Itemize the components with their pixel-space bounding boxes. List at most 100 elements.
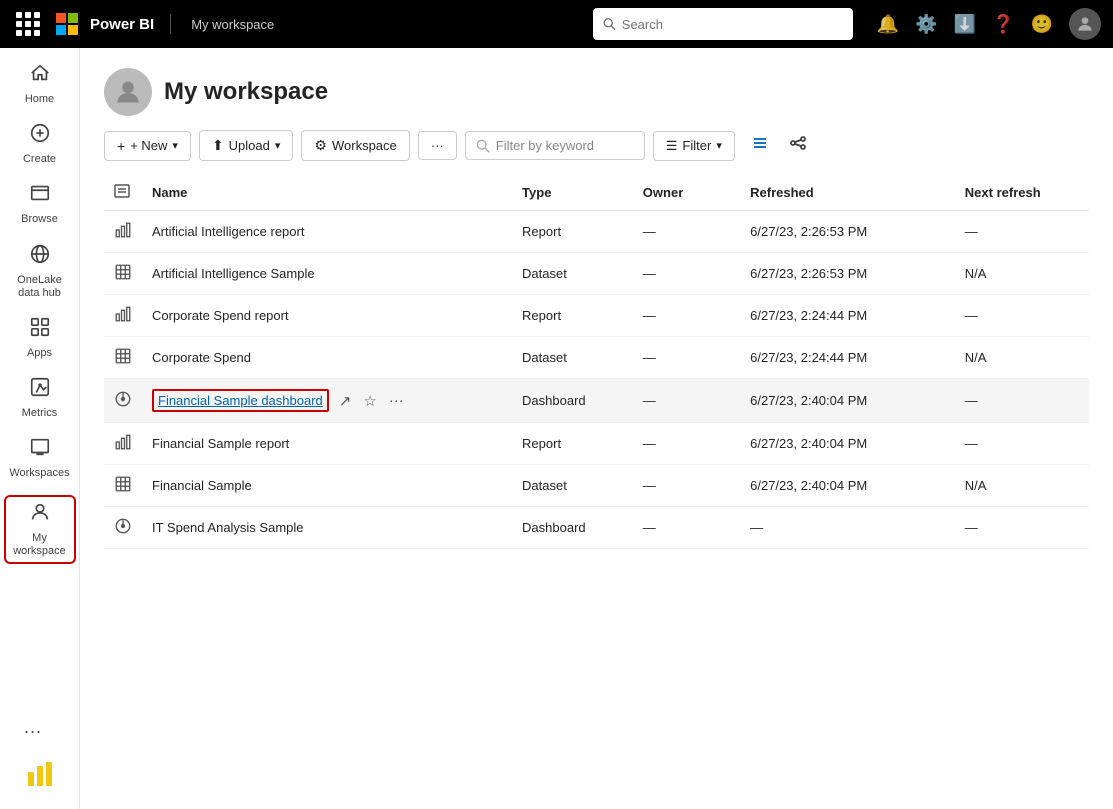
search-input[interactable] <box>622 17 843 32</box>
table-row[interactable]: IT Spend Analysis SampleDashboard——— <box>104 507 1089 549</box>
sidebar-item-create[interactable]: Create <box>4 116 76 172</box>
page-title: My workspace <box>164 78 328 106</box>
sidebar-item-browse[interactable]: Browse <box>4 176 76 232</box>
row-owner: — <box>633 253 740 295</box>
row-name-cell: IT Spend Analysis Sample <box>142 507 512 549</box>
sidebar-browse-label: Browse <box>21 213 58 226</box>
sidebar-my-workspace-label: My workspace <box>13 532 66 558</box>
sidebar-item-my-workspace[interactable]: My workspace <box>4 495 76 564</box>
row-next-refresh: — <box>955 295 1089 337</box>
table-row[interactable]: Corporate SpendDataset—6/27/23, 2:24:44 … <box>104 337 1089 379</box>
row-owner: — <box>633 337 740 379</box>
sidebar-more-button[interactable]: ··· <box>16 713 64 750</box>
apps-grid-icon[interactable] <box>12 8 44 40</box>
row-refreshed: 6/27/23, 2:40:04 PM <box>740 379 955 423</box>
sidebar-item-onelake[interactable]: OneLake data hub <box>4 237 76 306</box>
row-type: Report <box>512 211 633 253</box>
table-row[interactable]: Financial Sample reportReport—6/27/23, 2… <box>104 423 1089 465</box>
sidebar-metrics-label: Metrics <box>22 407 57 420</box>
col-header-next-refresh[interactable]: Next refresh <box>955 175 1089 211</box>
row-owner: — <box>633 465 740 507</box>
table-row[interactable]: Financial Sample Dataset—6/27/23, 2:40:04… <box>104 465 1089 507</box>
row-name-cell: Financial Sample report <box>142 423 512 465</box>
filter-placeholder-text: Filter by keyword <box>496 138 594 153</box>
download-icon[interactable]: ⬇️ <box>954 14 976 35</box>
table-row[interactable]: Artificial Intelligence SampleDataset—6/… <box>104 253 1089 295</box>
row-type-icon <box>104 337 142 379</box>
new-button[interactable]: + + New ▾ <box>104 131 191 161</box>
table-row[interactable]: Corporate Spend report Report —6/27/23, 2:… <box>104 295 1089 337</box>
browse-icon <box>29 182 51 210</box>
toolbar: + + New ▾ ⬆ Upload ▾ ⚙ Workspace ··· Fil… <box>80 128 1113 175</box>
network-view-button[interactable] <box>781 128 815 163</box>
col-header-owner[interactable]: Owner <box>633 175 740 211</box>
sidebar-home-label: Home <box>25 93 54 106</box>
row-refreshed: 6/27/23, 2:24:44 PM <box>740 295 955 337</box>
home-icon <box>29 62 51 90</box>
item-name-link[interactable]: Financial Sample dashboard <box>158 393 323 408</box>
row-type-icon <box>104 295 142 337</box>
settings-icon[interactable]: ⚙️ <box>915 14 937 35</box>
upload-button[interactable]: ⬆ Upload ▾ <box>199 130 293 161</box>
row-next-refresh: N/A <box>955 337 1089 379</box>
table-row[interactable]: Financial Sample dashboard ↗ ☆ ··· Dashb… <box>104 379 1089 423</box>
sidebar-item-home[interactable]: Home <box>4 56 76 112</box>
topnav-icon-group: 🔔 ⚙️ ⬇️ ❓ 🙂 <box>877 8 1101 40</box>
sidebar-item-apps[interactable]: Apps <box>4 310 76 366</box>
workspace-button[interactable]: ⚙ Workspace <box>301 130 409 161</box>
more-button[interactable]: ··· <box>418 131 457 160</box>
row-type: Dataset <box>512 465 633 507</box>
row-next-refresh: — <box>955 379 1089 423</box>
row-name-cell: Corporate Spend report <box>142 295 512 337</box>
apps-icon <box>29 316 51 344</box>
list-view-button[interactable] <box>743 128 777 163</box>
col-header-name[interactable]: Name <box>142 175 512 211</box>
bell-icon[interactable]: 🔔 <box>877 14 899 35</box>
sidebar-workspaces-label: Workspaces <box>9 467 69 480</box>
row-next-refresh: — <box>955 507 1089 549</box>
sidebar-item-workspaces[interactable]: Workspaces <box>4 430 76 486</box>
row-name-cell: Artificial Intelligence Sample <box>142 253 512 295</box>
search-bar[interactable] <box>593 8 853 40</box>
sidebar-item-metrics[interactable]: Metrics <box>4 370 76 426</box>
sidebar-onelake-label: OneLake data hub <box>17 274 62 300</box>
item-name-text: Corporate Spend report <box>152 308 289 323</box>
item-name-text: IT Spend Analysis Sample <box>152 520 304 535</box>
row-type-icon <box>104 507 142 549</box>
row-owner: — <box>633 507 740 549</box>
page-header: My workspace <box>80 48 1113 128</box>
row-owner: — <box>633 379 740 423</box>
table-area: Name Type Owner Refreshed Next refresh A… <box>80 175 1113 809</box>
power-bi-logo[interactable] <box>16 750 64 801</box>
workspaces-icon <box>29 436 51 464</box>
item-name-text: Financial Sample <box>152 478 252 493</box>
filter-chevron: ▾ <box>716 139 722 152</box>
share-button[interactable]: ↗ <box>335 390 356 412</box>
metrics-icon <box>29 376 51 404</box>
filter-search-icon <box>476 139 490 153</box>
main-layout: Home Create Browse OneLake data hub Apps <box>0 48 1113 809</box>
workspace-gear-icon: ⚙ <box>314 137 327 154</box>
col-header-refreshed[interactable]: Refreshed <box>740 175 955 211</box>
workspace-btn-label: Workspace <box>332 138 397 153</box>
star-button[interactable]: ☆ <box>359 390 380 412</box>
filter-icon: ☰ <box>666 138 678 154</box>
workspace-avatar <box>104 68 152 116</box>
row-name-cell: Corporate Spend <box>142 337 512 379</box>
help-icon[interactable]: ❓ <box>992 14 1014 35</box>
topnav: Power BI My workspace 🔔 ⚙️ ⬇️ ❓ 🙂 <box>0 0 1113 48</box>
row-type-icon <box>104 465 142 507</box>
row-type: Report <box>512 295 633 337</box>
feedback-icon[interactable]: 🙂 <box>1031 14 1053 35</box>
row-type: Dataset <box>512 253 633 295</box>
filter-input[interactable]: Filter by keyword <box>465 131 645 160</box>
item-name-text: Artificial Intelligence report <box>152 224 304 239</box>
table-row[interactable]: Artificial Intelligence reportReport—6/2… <box>104 211 1089 253</box>
filter-button[interactable]: ☰ Filter ▾ <box>653 131 735 161</box>
row-refreshed: 6/27/23, 2:40:04 PM <box>740 465 955 507</box>
col-header-type[interactable]: Type <box>512 175 633 211</box>
more-row-button[interactable]: ··· <box>385 390 408 411</box>
search-icon <box>603 17 616 31</box>
row-owner: — <box>633 211 740 253</box>
user-avatar[interactable] <box>1069 8 1101 40</box>
